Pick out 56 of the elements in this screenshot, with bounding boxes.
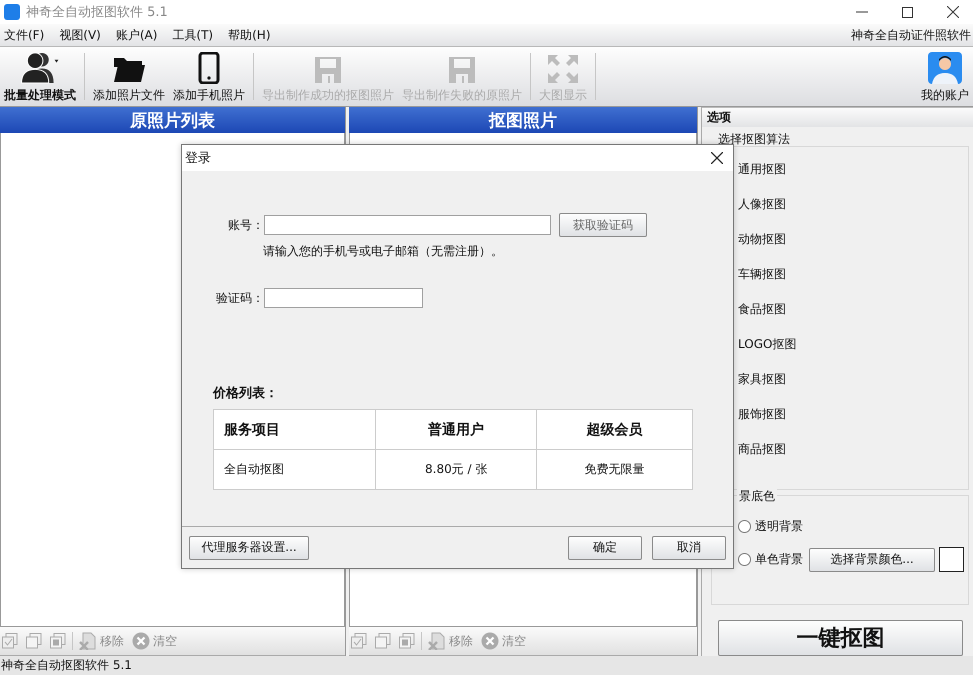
options-header: 选项 bbox=[702, 107, 973, 127]
phone-icon bbox=[198, 52, 220, 84]
radio-label[interactable]: 透明背景 bbox=[755, 518, 803, 535]
group-label: 景底色 bbox=[737, 488, 777, 505]
cancel-button[interactable]: 取消 bbox=[652, 536, 726, 560]
expand-arrows-icon bbox=[547, 54, 579, 84]
table-cell: 免费无限量 bbox=[536, 450, 692, 490]
menu-item[interactable]: 帮助(H) bbox=[228, 26, 271, 44]
document-x-icon bbox=[79, 632, 97, 650]
filled-boxes-icon bbox=[50, 633, 66, 649]
filled-boxes-icon bbox=[399, 633, 415, 649]
hint-text: 请输入您的手机号或电子邮箱（无需注册）。 bbox=[263, 243, 504, 260]
x-circle-icon bbox=[481, 632, 499, 650]
code-input[interactable] bbox=[264, 288, 423, 308]
price-title: 价格列表： bbox=[213, 385, 279, 402]
column-header: 普通用户 bbox=[376, 410, 537, 450]
color-swatch[interactable] bbox=[939, 547, 964, 572]
window-title: 神奇全自动抠图软件 5.1 bbox=[26, 4, 168, 21]
x-circle-icon bbox=[132, 632, 150, 650]
field-label: 验证码： bbox=[215, 290, 264, 306]
panel-header: 抠图照片 bbox=[349, 107, 697, 133]
table-cell: 全自动抠图 bbox=[214, 450, 376, 490]
close-icon[interactable] bbox=[711, 152, 723, 164]
document-x-icon bbox=[428, 632, 446, 650]
menu-item[interactable]: 工具(T) bbox=[172, 26, 214, 44]
table-cell: 8.80元 / 张 bbox=[376, 450, 537, 490]
menu-item[interactable]: 账户(A) bbox=[116, 26, 158, 44]
users-icon bbox=[20, 51, 60, 84]
toolbar-button[interactable]: 批量处理模式 bbox=[0, 47, 80, 106]
toolbar-button[interactable]: 添加照片文件 bbox=[89, 47, 169, 106]
radio-button[interactable] bbox=[738, 520, 751, 533]
menu-link[interactable]: 神奇全自动证件照软件 bbox=[851, 26, 971, 44]
maximize-icon[interactable] bbox=[902, 6, 913, 18]
toolbar-button[interactable]: 添加手机照片 bbox=[169, 47, 249, 106]
radio-button[interactable] bbox=[738, 553, 751, 566]
dialog-title: 登录 bbox=[185, 150, 211, 167]
choose-color-button[interactable]: 选择背景颜色... bbox=[809, 548, 935, 572]
my-account-button[interactable]: 我的账户 bbox=[917, 47, 973, 106]
account-input[interactable] bbox=[264, 215, 551, 235]
radio-label[interactable]: 单色背景 bbox=[755, 551, 803, 568]
app-logo-icon bbox=[4, 4, 20, 20]
column-header: 服务项目 bbox=[214, 410, 376, 450]
empty-boxes-icon bbox=[26, 633, 42, 649]
menu-item[interactable]: 文件(F) bbox=[4, 26, 44, 44]
get-code-button[interactable]: 获取验证码 bbox=[559, 213, 647, 237]
avatar-icon bbox=[928, 52, 962, 84]
empty-boxes-icon bbox=[375, 633, 391, 649]
menu-item[interactable]: 视图(V) bbox=[59, 26, 101, 44]
panel-header: 原照片列表 bbox=[0, 107, 345, 133]
proxy-settings-button[interactable]: 代理服务器设置... bbox=[189, 536, 309, 560]
run-button[interactable]: 一键抠图 bbox=[718, 620, 963, 656]
ok-button[interactable]: 确定 bbox=[568, 536, 642, 560]
close-icon[interactable] bbox=[947, 6, 959, 18]
column-header: 超级会员 bbox=[536, 410, 692, 450]
status-text: 神奇全自动抠图软件 5.1 bbox=[0, 656, 973, 675]
field-label: 账号： bbox=[227, 216, 264, 234]
